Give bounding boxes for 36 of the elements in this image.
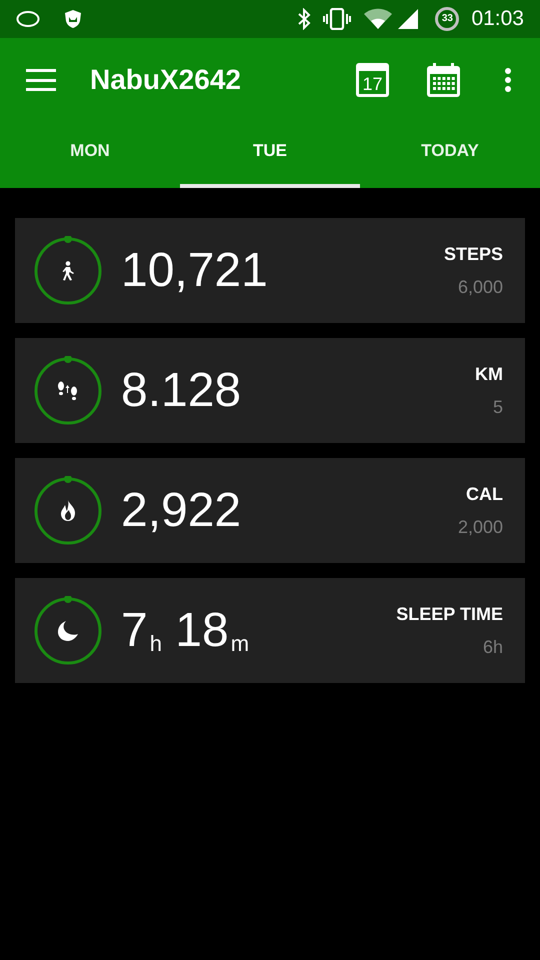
clock: 01:03 [471,6,524,32]
signal-icon [397,8,420,30]
metric-value: 2,922 [121,486,242,534]
wifi-icon [363,8,394,30]
shield-icon [64,9,82,29]
battery-indicator: 33 [435,7,460,31]
metric-value: 7$_{h}$ 18$_{m}$ [121,606,250,654]
bluetooth-icon [297,8,312,30]
day-tab[interactable]: TODAY [360,122,540,188]
walking-person-icon [61,260,75,280]
progress-ring [33,476,103,546]
menu-button[interactable] [26,69,56,91]
metric-goal: 6,000 [458,276,503,298]
vibrate-icon [323,8,352,30]
oval-icon [16,10,40,28]
progress-ring [33,596,103,666]
more-options-icon[interactable] [504,67,512,93]
metric-label: KM [475,362,503,386]
progress-ring [33,356,103,426]
day-tab[interactable]: TUE [180,122,360,188]
calendar-icon[interactable] [427,63,460,97]
footprints-icon [57,380,79,400]
metric-goal: 2,000 [458,516,503,538]
app-title: NabuX2642 [90,63,242,97]
metric-label: SLEEP TIME [396,602,503,626]
metric-value: 8.128 [121,366,242,414]
metric-goal: 5 [492,396,503,418]
calendar-day-button[interactable]: 17 [356,63,389,97]
metric-value: 10,721 [121,246,269,294]
metric-goal: 6h [482,636,503,658]
flame-icon [59,500,77,522]
progress-ring [33,236,103,306]
metric-label: CAL [466,482,503,506]
metric-label: STEPS [444,242,503,266]
moon-icon [57,620,79,642]
day-tab[interactable]: MON [0,122,180,188]
